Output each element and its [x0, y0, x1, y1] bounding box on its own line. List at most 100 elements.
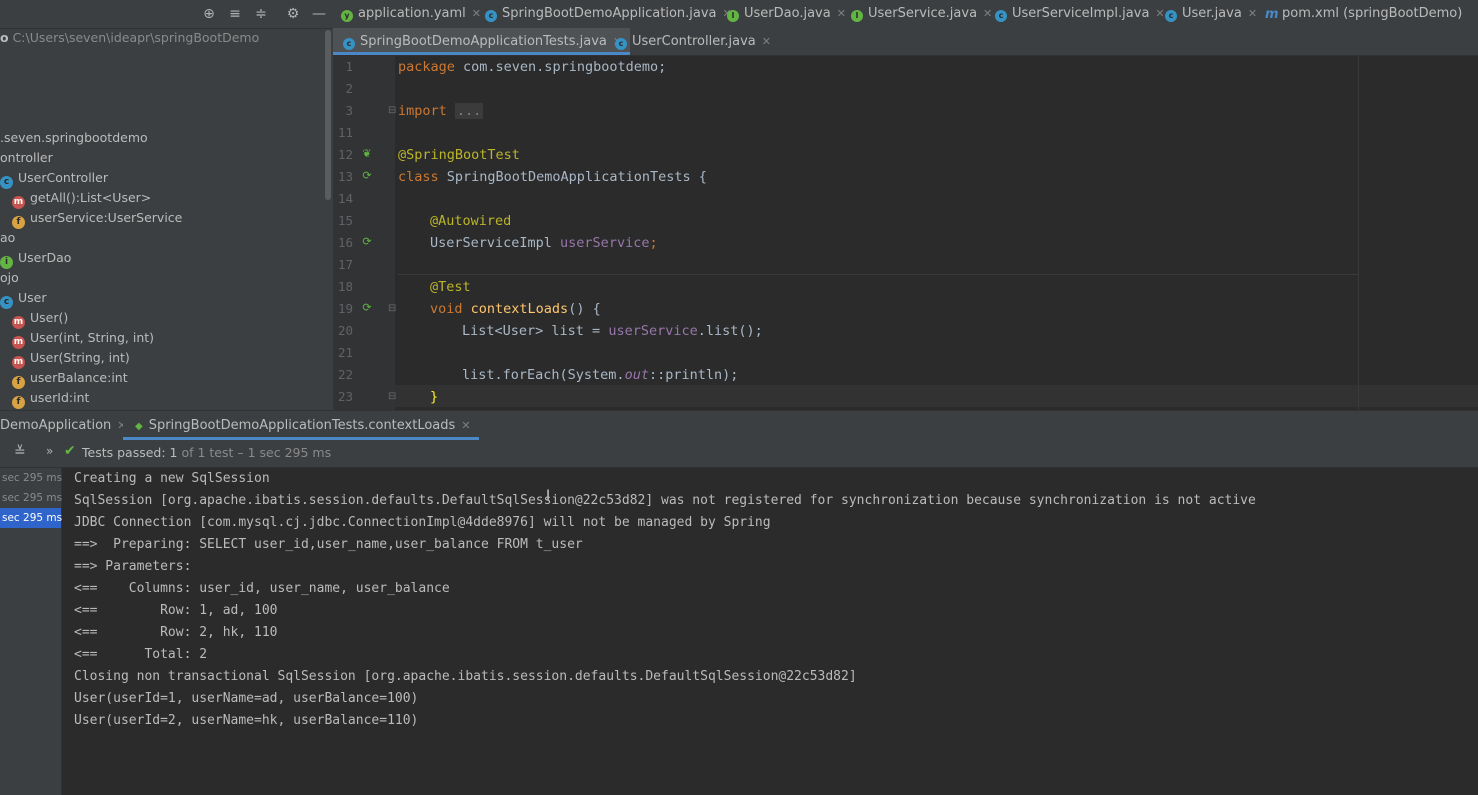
close-icon[interactable]: ✕ — [837, 7, 846, 20]
tree-item[interactable]: ao — [0, 228, 15, 248]
code-line-13: class SpringBootDemoApplicationTests { — [398, 169, 707, 185]
structure-scrollbar[interactable] — [325, 30, 331, 200]
hide-icon[interactable]: — — [310, 5, 328, 23]
folded-imports[interactable]: ... — [454, 103, 484, 119]
expand-all-icon[interactable]: ≡ — [226, 5, 244, 23]
tree-item[interactable]: m User(String, int) — [12, 348, 130, 369]
editor-tab[interactable]: I UserDao.java ✕ — [727, 0, 846, 27]
tree-item[interactable]: c UserController — [0, 168, 108, 189]
project-path: o C:\Users\seven\ideapr\springBootDemo — [0, 30, 260, 45]
editor-tab[interactable]: c UserServiceImpl.java ✕ — [995, 0, 1165, 27]
check-icon: ✔ — [64, 443, 76, 459]
tree-item[interactable]: m User(int, String, int) — [12, 328, 154, 349]
run-tab-demo-application[interactable]: DemoApplication ✕ — [0, 412, 126, 440]
run-test-icon[interactable]: ⟳ — [360, 169, 374, 183]
test-tree-item[interactable]: sec 295 ms — [0, 488, 62, 508]
code-line-22: list.forEach(System.out::println); — [462, 367, 739, 383]
test-tree-item[interactable]: sec 295 ms — [0, 508, 62, 528]
close-icon[interactable]: ✕ — [461, 419, 470, 432]
close-icon[interactable]: ✕ — [1248, 7, 1257, 20]
close-icon[interactable]: ✕ — [472, 7, 481, 20]
locate-icon[interactable]: ⊕ — [200, 5, 218, 23]
tree-item[interactable]: c User — [0, 288, 47, 309]
fold-icon[interactable]: ⊟ — [388, 391, 396, 402]
line-number: 11 — [337, 125, 353, 140]
line-number: 13 — [337, 169, 353, 184]
editor-tab-label: application.yaml — [358, 6, 466, 21]
close-icon[interactable]: ✕ — [762, 35, 771, 48]
class-icon: c — [615, 38, 627, 50]
tree-item[interactable]: ontroller — [0, 148, 53, 168]
line-number: 2 — [345, 81, 353, 96]
tree-item-label: userService:UserService — [30, 210, 183, 225]
right-margin-guide — [1358, 56, 1359, 410]
line-number: 15 — [337, 213, 353, 228]
current-line-highlight — [395, 385, 1478, 407]
tree-item-label: User() — [30, 310, 69, 325]
tree-item-label: UserDao — [18, 250, 72, 265]
line-number: 17 — [337, 257, 353, 272]
run-tab-tests[interactable]: ◆ SpringBootDemoApplicationTests.contextL… — [123, 412, 479, 440]
spring-bean-icon[interactable]: ❦ — [360, 147, 374, 161]
tree-item[interactable]: i UserDao — [0, 248, 72, 269]
autowired-bean-icon[interactable]: ⟳ — [360, 235, 374, 249]
editor-tab-label: pom.xml (springBootDemo) — [1282, 6, 1463, 21]
gear-icon[interactable]: ⚙ — [284, 5, 302, 23]
close-icon[interactable]: ✕ — [1155, 7, 1164, 20]
tree-item-label: getAll():List<User> — [30, 190, 152, 205]
method-separator — [398, 274, 1358, 275]
console-line: Closing non transactional SqlSession [or… — [74, 669, 857, 684]
code-line-18: @Test — [430, 279, 471, 295]
tree-item[interactable]: ojo — [0, 268, 19, 288]
console-line: <== Row: 1, ad, 100 — [74, 603, 278, 618]
tree-item-label: userId:int — [30, 390, 90, 405]
editor-tab[interactable]: c User.java ✕ — [1165, 0, 1257, 27]
editor-tab-label: UserDao.java — [744, 6, 831, 21]
line-number: 1 — [345, 59, 353, 74]
editor-tab[interactable]: I UserService.java ✕ — [851, 0, 992, 27]
tree-item[interactable]: f userId:int — [12, 388, 90, 409]
console-line: User(userId=2, userName=hk, userBalance=… — [74, 713, 419, 728]
test-tree: sec 295 ms sec 295 ms sec 295 ms — [0, 468, 62, 795]
console-line: JDBC Connection [com.mysql.cj.jdbc.Conne… — [74, 515, 771, 530]
tree-item[interactable]: .seven.springbootdemo — [0, 128, 148, 148]
tree-item-label: User(String, int) — [30, 350, 130, 365]
code-line-3: import ... — [398, 103, 484, 119]
editor-tab[interactable]: c UserController.java ✕ — [605, 28, 779, 55]
console-line: User(userId=1, userName=ad, userBalance=… — [74, 691, 419, 706]
more-icon[interactable]: » — [46, 444, 53, 458]
interface-icon: I — [851, 10, 863, 22]
tree-item[interactable]: m User() — [12, 308, 69, 329]
close-icon[interactable]: ✕ — [983, 7, 992, 20]
editor-tab-label: UserServiceImpl.java — [1012, 6, 1150, 21]
interface-icon: I — [727, 10, 739, 22]
tree-item-label: User — [18, 290, 47, 305]
tree-item-label: ojo — [0, 270, 19, 285]
spring-class-icon: c — [485, 10, 497, 22]
fold-icon[interactable]: ⊟ — [388, 303, 396, 314]
collapse-all-icon[interactable]: ≑ — [252, 5, 270, 23]
line-number: 19 — [337, 301, 353, 316]
code-line-23: } — [430, 389, 439, 405]
sort-icon[interactable]: ≚ — [14, 444, 26, 460]
line-number: 20 — [337, 323, 353, 338]
editor-tab[interactable]: cSpringBootDemoApplicationTests.java✕ — [333, 28, 631, 55]
editor-tab[interactable]: m pom.xml (springBootDemo) — [1265, 0, 1462, 27]
console-line: <== Row: 2, hk, 110 — [74, 625, 278, 640]
test-run-icon: ◆ — [135, 421, 143, 432]
tree-item[interactable]: f userService:UserService — [12, 208, 183, 229]
editor-tab[interactable]: y application.yaml ✕ — [341, 0, 481, 27]
editor-tab[interactable]: cSpringBootDemoApplication.java✕ — [485, 0, 732, 27]
line-number: 14 — [337, 191, 353, 206]
line-number: 18 — [337, 279, 353, 294]
tree-item[interactable]: f userBalance:int — [12, 368, 128, 389]
editor-tab-label: UserController.java — [632, 34, 756, 49]
yaml-icon: y — [341, 10, 353, 22]
fold-icon[interactable]: ⊟ — [388, 105, 396, 116]
tree-item[interactable]: m getAll():List<User> — [12, 188, 152, 209]
test-tree-item[interactable]: sec 295 ms — [0, 468, 62, 488]
editor-tab-label: SpringBootDemoApplication.java — [502, 6, 717, 21]
line-number: 23 — [337, 389, 353, 404]
field-icon: f — [12, 396, 25, 409]
run-test-icon[interactable]: ⟳ — [360, 301, 374, 315]
